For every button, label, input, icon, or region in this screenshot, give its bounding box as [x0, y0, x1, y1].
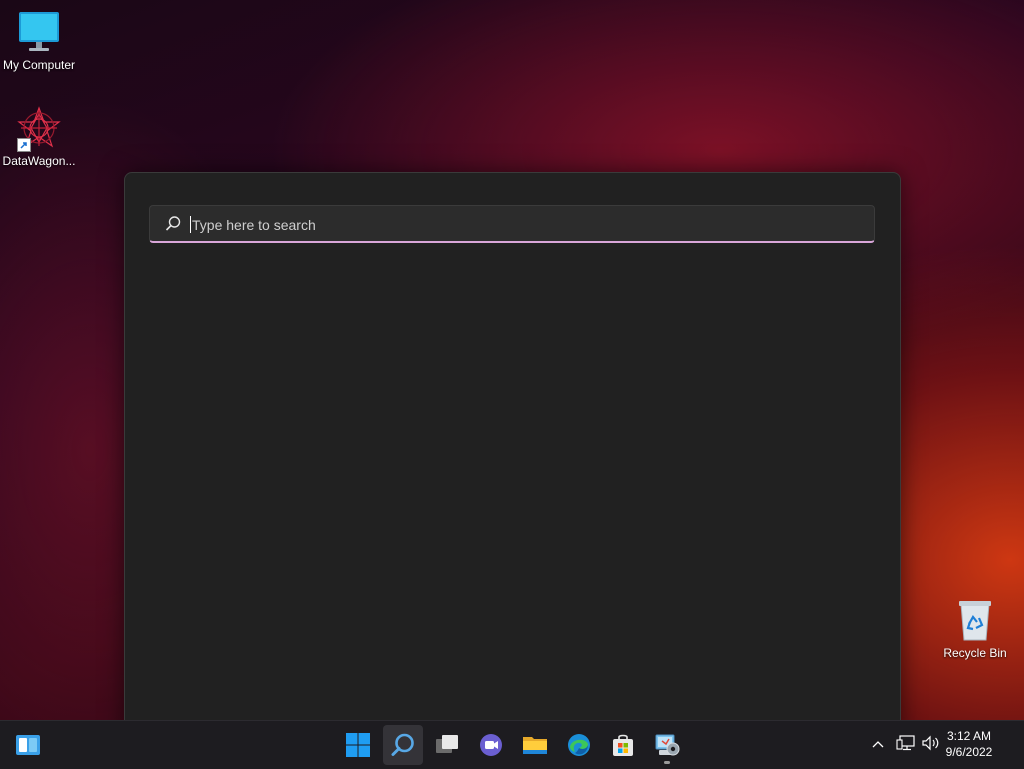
search-icon [390, 732, 416, 758]
chat-button[interactable] [471, 725, 511, 765]
clock-date: 9/6/2022 [945, 745, 993, 759]
teams-chat-icon [478, 732, 504, 758]
show-hidden-icons-button[interactable] [866, 733, 890, 757]
widgets-button[interactable] [8, 725, 48, 765]
task-view-button[interactable] [427, 725, 467, 765]
widgets-icon [15, 733, 41, 757]
shortcut-arrow-icon [17, 138, 31, 152]
windows-logo-icon [345, 732, 371, 758]
datawagon-app-icon [17, 106, 61, 152]
store-button[interactable] [603, 725, 643, 765]
desktop-icon-my-computer[interactable]: My Computer [0, 10, 78, 72]
running-indicator [664, 761, 670, 764]
desktop-icon-recycle-bin[interactable]: Recycle Bin [936, 598, 1014, 660]
control-panel-button[interactable] [647, 725, 687, 765]
desktop-icon-datawagon[interactable]: DataWagon... [0, 106, 78, 168]
desktop-icon-label: DataWagon... [2, 154, 76, 168]
recycle-bin-icon [953, 598, 997, 642]
taskbar-search-button[interactable] [383, 725, 423, 765]
clock-button[interactable]: 3:12 AM 9/6/2022 [934, 728, 1004, 760]
search-icon [164, 215, 182, 233]
folder-icon [521, 732, 549, 758]
monitor-icon [17, 10, 61, 54]
store-icon [610, 732, 636, 758]
search-box[interactable] [149, 205, 875, 244]
desktop-icon-label: My Computer [2, 58, 76, 72]
control-panel-icon [653, 732, 681, 758]
network-icon [896, 734, 916, 757]
desktop-icon-label: Recycle Bin [943, 646, 1007, 660]
clock-time: 3:12 AM [946, 729, 992, 743]
search-input[interactable] [190, 206, 854, 244]
file-explorer-button[interactable] [515, 725, 555, 765]
task-view-icon [434, 732, 460, 758]
mouse-cursor-icon [394, 762, 402, 768]
taskbar: 3:12 AM 9/6/2022 [0, 720, 1024, 769]
edge-button[interactable] [559, 725, 599, 765]
edge-icon [566, 732, 592, 758]
chevron-up-icon [871, 736, 885, 754]
start-button[interactable] [338, 725, 378, 765]
search-flyout [124, 172, 901, 734]
network-button[interactable] [894, 733, 918, 757]
